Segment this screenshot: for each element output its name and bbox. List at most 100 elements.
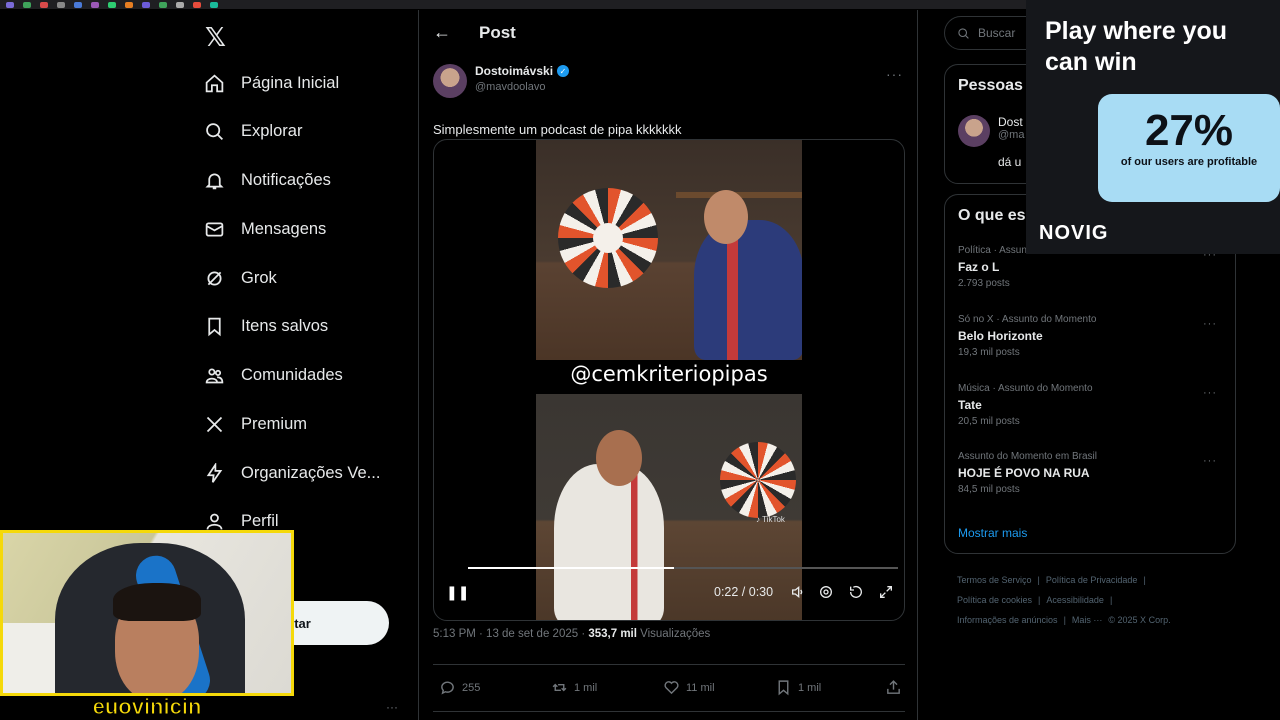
suggested-user-handle: @ma <box>998 129 1025 141</box>
footer-link[interactable]: Informações de anúncios <box>957 615 1058 625</box>
trend-title: Tate <box>958 398 982 412</box>
bookmark-icon <box>203 315 225 337</box>
views-label: Visualizações <box>636 628 711 640</box>
tab-favicon[interactable] <box>74 1 82 8</box>
show-more-link[interactable]: Mostrar mais <box>958 526 1027 540</box>
nav-item-label: Perfil <box>241 511 279 530</box>
tab-favicon[interactable] <box>108 1 116 8</box>
x-logo-icon[interactable]: 𝕏 <box>205 22 226 53</box>
grok-icon <box>203 267 225 289</box>
x-logo-icon <box>203 413 225 435</box>
video-time: 0:22 / 0:30 <box>714 585 774 599</box>
settings-icon[interactable] <box>818 584 834 600</box>
tab-favicon[interactable] <box>159 1 167 8</box>
video-frame-top <box>536 140 802 360</box>
nav-item-label: Mensagens <box>241 219 327 238</box>
footer-separator: | <box>1143 575 1146 585</box>
footer-link[interactable]: Acessibilidade <box>1046 595 1104 605</box>
ad-subtext: of our users are profitable <box>1120 156 1258 168</box>
trend-item[interactable]: Só no X · Assunto do Momento Belo Horizo… <box>958 314 1096 358</box>
nav-item-home[interactable]: Página Inicial <box>203 63 339 103</box>
mail-icon <box>203 218 225 240</box>
tab-favicon[interactable] <box>125 1 133 8</box>
tab-favicon[interactable] <box>176 1 184 8</box>
post-author[interactable]: Dostoimávski ✓ @mavdoolavo <box>433 64 570 98</box>
webcam-overlay <box>0 530 294 696</box>
trend-item[interactable]: Assunto do Momento em Brasil HOJE É POVO… <box>958 451 1097 495</box>
fullscreen-icon[interactable] <box>878 584 894 600</box>
post-timestamp[interactable]: 5:13 PM · 13 de set de 2025 · <box>433 628 588 640</box>
video-controls: ❚❚ 0:22 / 0:30 <box>434 582 904 604</box>
like-button[interactable]: 11 mil <box>663 679 715 696</box>
suggested-user-bio: dá u <box>998 155 1022 169</box>
trend-count: 2.793 posts <box>958 278 1010 289</box>
nav-item-label: Grok <box>241 268 277 287</box>
nav-item-notifications[interactable]: Notificações <box>203 160 331 200</box>
tab-favicon[interactable] <box>6 1 14 8</box>
more-options-icon[interactable]: ··· <box>1203 387 1217 399</box>
more-options-icon[interactable]: ··· <box>886 66 903 82</box>
kite-center <box>593 223 623 253</box>
avatar[interactable] <box>433 64 467 98</box>
footer-separator: | <box>1063 615 1066 625</box>
author-name[interactable]: Dostoimávski <box>475 64 553 78</box>
nav-item-bookmarks[interactable]: Itens salvos <box>203 306 328 346</box>
post-meta: 5:13 PM · 13 de set de 2025 · 353,7 mil … <box>433 628 710 640</box>
back-arrow-icon[interactable]: ← <box>433 22 451 43</box>
more-options-icon[interactable]: ··· <box>1203 455 1217 467</box>
share-button[interactable] <box>885 679 902 696</box>
author-name-row[interactable]: Dostoimávski ✓ <box>475 64 570 78</box>
trend-category: Música · Assunto do Momento <box>958 383 1093 394</box>
trend-item[interactable]: Música · Assunto do Momento Tate 20,5 mi… <box>958 383 1093 427</box>
lightning-icon <box>203 462 225 484</box>
tab-favicon[interactable] <box>91 1 99 8</box>
nav-item-premium[interactable]: Premium <box>203 404 307 444</box>
bookmark-button[interactable]: 1 mil <box>775 679 821 696</box>
trend-count: 19,3 mil posts <box>958 347 1020 358</box>
more-options-icon[interactable]: ··· <box>386 700 398 714</box>
trend-category: Só no X · Assunto do Momento <box>958 314 1097 325</box>
avatar[interactable] <box>958 115 990 147</box>
nav-item-explore[interactable]: Explorar <box>203 111 302 151</box>
nav-item-grok[interactable]: Grok <box>203 258 277 298</box>
author-handle[interactable]: @mavdoolavo <box>475 81 569 93</box>
author-names: Dostoimávski ✓ @mavdoolavo <box>475 64 570 98</box>
copyright: © 2025 X Corp. <box>1108 615 1171 625</box>
trend-title: Belo Horizonte <box>958 329 1043 343</box>
replay-icon[interactable] <box>848 584 864 600</box>
tab-favicon[interactable] <box>142 1 150 8</box>
nav-item-verified-orgs[interactable]: Organizações Ve... <box>203 453 380 493</box>
nav-item-messages[interactable]: Mensagens <box>203 209 326 249</box>
streamer-name: euovinicin <box>92 694 202 720</box>
share-icon <box>887 680 900 694</box>
tab-favicon[interactable] <box>40 1 48 8</box>
repost-button[interactable]: 1 mil <box>551 679 597 696</box>
video-handle-overlay: @cemkriteriopipas <box>570 362 768 386</box>
video-progress-bar[interactable] <box>468 567 898 569</box>
nav-item-communities[interactable]: Comunidades <box>203 355 343 395</box>
who-to-follow-title: Pessoas <box>958 77 1023 94</box>
pause-icon[interactable]: ❚❚ <box>446 584 469 601</box>
person-figure <box>694 220 802 360</box>
heart-icon <box>664 681 679 695</box>
streamer-hair <box>113 583 201 621</box>
video-player[interactable]: @cemkriteriopipas ♪ TikTok ❚❚ 0:22 / 0:3… <box>433 139 905 621</box>
footer-link[interactable]: Política de Privacidade <box>1046 575 1138 585</box>
suggested-user-name[interactable]: Dost <box>998 115 1024 129</box>
tab-favicon[interactable] <box>210 1 218 8</box>
suggested-user[interactable]: Dost @ma <box>958 115 1024 147</box>
nav-item-label: Explorar <box>241 121 303 140</box>
footer-link[interactable]: Termos de Serviço <box>957 575 1032 585</box>
tab-favicon[interactable] <box>193 1 201 8</box>
footer-link[interactable]: Mais ··· <box>1072 615 1103 625</box>
volume-icon[interactable] <box>790 584 806 600</box>
tab-favicon[interactable] <box>57 1 65 8</box>
footer-separator: | <box>1038 595 1041 605</box>
tab-favicon[interactable] <box>23 1 31 8</box>
footer-link[interactable]: Política de cookies <box>957 595 1032 605</box>
reply-button[interactable]: 255 <box>439 679 480 696</box>
more-options-icon[interactable]: ··· <box>1203 318 1217 330</box>
person-head <box>596 430 642 486</box>
nav-item-label: Organizações Ve... <box>241 463 381 482</box>
ad-banner[interactable]: Play where you can win 27% of our users … <box>1026 0 1280 254</box>
